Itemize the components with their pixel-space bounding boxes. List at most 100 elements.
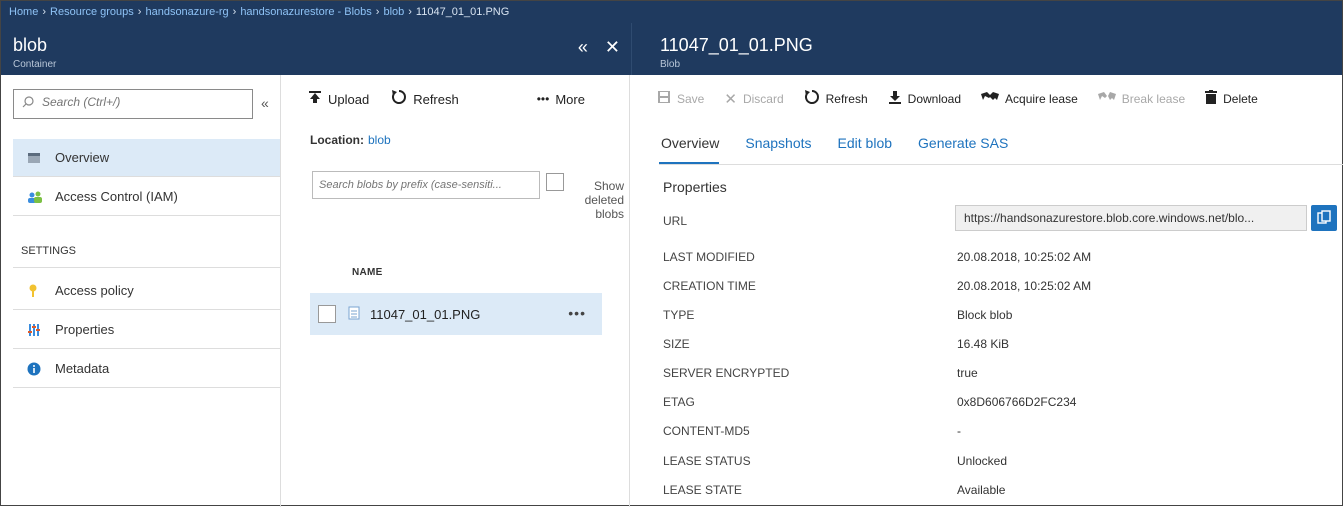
blob-name[interactable]: 11047_01_01.PNG — [370, 307, 480, 322]
break-lease-button[interactable]: Break lease — [1097, 91, 1186, 108]
copy-to-clipboard-button[interactable] — [1311, 205, 1337, 231]
breadcrumb-separator: › — [375, 6, 380, 18]
blob-blade-content: Save ✕ Discard Refresh Download Acquire … — [631, 75, 1343, 507]
download-label: Download — [907, 92, 962, 106]
resource-menu: « Overview Access Control (IAM) SETTINGS… — [1, 75, 281, 507]
breadcrumb-separator: › — [137, 6, 142, 18]
blob-blade-title: 11047_01_01.PNG — [660, 35, 813, 55]
refresh-button[interactable]: Refresh — [391, 89, 459, 109]
menu-search-input[interactable] — [42, 95, 242, 109]
acquire-lease-label: Acquire lease — [1005, 92, 1078, 106]
breadcrumb-resource-groups[interactable]: Resource groups — [50, 6, 134, 18]
container-blade-controls: « ✕ — [566, 37, 620, 58]
discard-button[interactable]: ✕ Discard — [724, 90, 783, 108]
collapse-menu-icon[interactable]: « — [261, 95, 269, 111]
location-link[interactable]: blob — [368, 133, 391, 147]
prop-value: 20.08.2018, 10:25:02 AM — [957, 250, 1092, 264]
menu-item-label: Overview — [55, 150, 110, 165]
breadcrumb-separator: › — [42, 6, 47, 18]
container-blade-title: blob — [13, 35, 48, 55]
container-toolbar: Upload Refresh ••• More — [308, 85, 607, 113]
acquire-lease-button[interactable]: Acquire lease — [981, 91, 1078, 108]
close-icon[interactable]: ✕ — [605, 37, 620, 57]
prop-value: Block blob — [957, 308, 1013, 322]
blob-tabs: Overview Snapshots Edit blob Generate SA… — [659, 135, 1343, 165]
blob-row[interactable]: 11047_01_01.PNG ••• — [310, 293, 602, 335]
top-header-bar: Home › Resource groups › handsonazure-rg › han… — [1, 1, 1342, 75]
upload-button[interactable]: Upload — [308, 90, 369, 108]
menu-item-access-policy[interactable]: Access policy — [13, 272, 280, 310]
ellipsis-icon: ••• — [536, 92, 550, 106]
portal-window: Home › Resource groups › handsonazure-rg › han… — [0, 0, 1343, 507]
tab-snapshots[interactable]: Snapshots — [743, 135, 811, 164]
prop-label: CONTENT-MD5 — [663, 424, 750, 438]
prop-value: Unlocked — [957, 454, 1008, 468]
row-checkbox[interactable] — [318, 305, 336, 323]
prop-value: true — [957, 366, 978, 380]
breadcrumb-separator: › — [232, 6, 237, 18]
settings-heading: SETTINGS — [21, 245, 77, 257]
key-icon — [27, 284, 41, 298]
row-context-menu-icon[interactable]: ••• — [568, 305, 586, 321]
break-lease-label: Break lease — [1121, 92, 1186, 106]
menu-item-properties[interactable]: Properties — [13, 311, 280, 349]
prop-label: CREATION TIME — [663, 279, 756, 293]
breadcrumb-separator: › — [408, 6, 412, 18]
tab-edit-blob[interactable]: Edit blob — [836, 135, 892, 164]
download-button[interactable]: Download — [888, 90, 961, 108]
refresh-label: Refresh — [825, 92, 868, 106]
prop-value: - — [957, 424, 961, 438]
column-header-name[interactable]: NAME — [352, 267, 383, 278]
breadcrumb-container[interactable]: blob — [383, 6, 404, 18]
handshake-icon — [981, 91, 1000, 108]
menu-item-overview[interactable]: Overview — [13, 139, 280, 177]
trash-icon — [1205, 90, 1218, 108]
delete-label: Delete — [1223, 92, 1258, 106]
container-blade-content: Upload Refresh ••• More Location: blob Sh… — [282, 75, 630, 507]
breadcrumb: Home › Resource groups › handsonazure-rg › han… — [9, 6, 509, 18]
refresh-blob-button[interactable]: Refresh — [804, 89, 868, 109]
container-blade-header: blob Container « ✕ — [1, 23, 630, 75]
refresh-icon — [804, 89, 820, 109]
save-button[interactable]: Save — [657, 90, 704, 108]
copy-icon — [1317, 209, 1331, 227]
download-icon — [888, 90, 902, 108]
more-button[interactable]: ••• More — [537, 92, 585, 107]
prop-label: LAST MODIFIED — [663, 250, 755, 264]
prop-label: LEASE STATE — [663, 483, 742, 497]
url-field[interactable]: https://handsonazurestore.blob.core.wind… — [955, 205, 1307, 231]
breadcrumb-resource-group[interactable]: handsonazure-rg — [145, 6, 228, 18]
blob-blade-header: 11047_01_01.PNG Blob — [631, 23, 1343, 75]
discard-icon: ✕ — [724, 91, 737, 108]
divider — [13, 267, 280, 268]
prop-label: SIZE — [663, 337, 690, 351]
prop-value: 0x8D606766D2FC234 — [957, 395, 1077, 409]
tab-generate-sas[interactable]: Generate SAS — [916, 135, 1008, 164]
collapse-blade-icon[interactable]: « — [578, 37, 588, 57]
breadcrumb-home[interactable]: Home — [9, 6, 38, 18]
tab-overview[interactable]: Overview — [659, 135, 720, 164]
users-icon — [27, 190, 42, 204]
blob-prefix-search-box[interactable] — [312, 171, 540, 199]
menu-item-metadata[interactable]: Metadata — [13, 350, 280, 388]
save-label: Save — [677, 92, 705, 106]
prop-label: ETAG — [663, 395, 695, 409]
show-deleted-blobs-toggle[interactable]: Show deleted blobs — [546, 173, 624, 221]
discard-label: Discard — [742, 92, 784, 106]
properties-heading: Properties — [663, 179, 727, 195]
prop-value: 20.08.2018, 10:25:02 AM — [957, 279, 1092, 293]
delete-button[interactable]: Delete — [1205, 90, 1258, 108]
break-lease-icon — [1097, 91, 1116, 108]
location-label: Location: — [310, 133, 364, 147]
blob-prefix-search-input[interactable] — [313, 172, 539, 198]
breadcrumb-storage-blobs[interactable]: handsonazurestore - Blobs — [240, 6, 371, 18]
menu-item-label: Metadata — [55, 361, 110, 376]
upload-label: Upload — [328, 91, 370, 107]
breadcrumb-current-blob: 11047_01_01.PNG — [415, 6, 510, 18]
show-deleted-checkbox[interactable] — [546, 173, 564, 191]
menu-item-label: Access Control (IAM) — [55, 189, 178, 204]
menu-search-box[interactable] — [13, 89, 253, 119]
upload-icon — [308, 90, 322, 108]
menu-item-access-control[interactable]: Access Control (IAM) — [13, 178, 280, 216]
overview-icon — [27, 151, 41, 165]
